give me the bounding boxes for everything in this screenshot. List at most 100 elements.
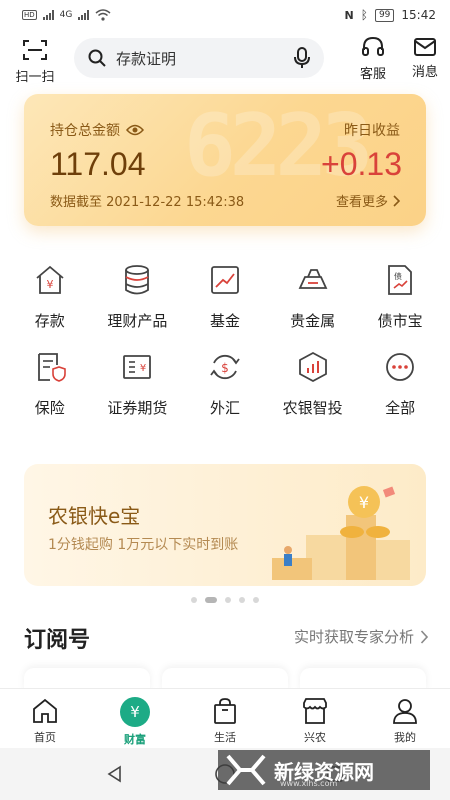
- grid-item-fund[interactable]: 基金: [181, 262, 269, 331]
- watermark-logo-icon: [226, 754, 266, 786]
- wifi-icon: [95, 9, 111, 21]
- exchange-icon: $: [207, 349, 243, 385]
- back-icon[interactable]: [105, 764, 125, 784]
- messages-button[interactable]: 消息: [406, 36, 444, 82]
- total-amount: 117.04: [50, 146, 146, 182]
- messages-label: 消息: [411, 65, 438, 80]
- search-icon: [88, 49, 106, 67]
- banner-subtitle: 1分钱起购 1万元以下实时到账: [48, 537, 239, 553]
- carousel-dot[interactable]: [239, 597, 245, 603]
- clock: 15:42: [401, 8, 436, 22]
- more-dots-icon: [382, 349, 418, 385]
- view-more-link[interactable]: 查看更多: [336, 191, 400, 210]
- svg-text:¥: ¥: [140, 363, 146, 374]
- tab-label: 首页: [34, 731, 56, 744]
- svg-text:$: $: [221, 361, 229, 375]
- smart-invest-icon: [295, 349, 331, 385]
- view-more-label: 查看更多: [335, 195, 388, 210]
- microphone-icon[interactable]: [294, 47, 310, 69]
- site-watermark: 新绿资源网 www.xlhs.com: [218, 750, 430, 790]
- battery-icon: 99: [374, 8, 395, 22]
- svg-text:债: 债: [394, 271, 402, 281]
- tab-mine[interactable]: 我的: [360, 689, 450, 748]
- grid-label: 外汇: [209, 399, 240, 417]
- data-date: 数据截至 2021-12-22 15:42:38: [50, 195, 245, 210]
- securities-icon: ¥: [119, 349, 155, 385]
- grid-item-precious-metal[interactable]: 贵金属: [269, 262, 357, 331]
- grid-item-wealth-products[interactable]: 理财产品: [94, 262, 182, 331]
- user-icon: [393, 699, 417, 724]
- tab-label: 兴农: [304, 731, 326, 744]
- gold-bar-icon: [295, 262, 331, 298]
- yuan-icon: ¥: [120, 697, 150, 727]
- bottom-tab-bar: 首页 ¥ 财富 生活 兴农 我的: [0, 688, 450, 748]
- grid-item-all[interactable]: 全部: [356, 349, 444, 418]
- chevron-right-icon: [393, 194, 400, 207]
- status-right: N ᛒ 99 15:42: [345, 8, 436, 22]
- grid-label: 理财产品: [107, 312, 168, 330]
- signal-icon: [42, 10, 54, 20]
- hd-icon: HD: [22, 10, 37, 20]
- carousel-dot-active[interactable]: [205, 597, 217, 603]
- yesterday-value: +0.13: [321, 146, 402, 182]
- tab-home[interactable]: 首页: [0, 689, 90, 748]
- grid-item-smart-invest[interactable]: 农银智投: [269, 349, 357, 418]
- customer-service-button[interactable]: 客服: [354, 36, 392, 82]
- tab-label: 我的: [394, 731, 416, 744]
- bluetooth-icon: ᛒ: [360, 8, 368, 22]
- watermark-url: www.xlhs.com: [280, 779, 338, 788]
- scan-label: 扫一扫: [15, 69, 55, 85]
- customer-service-label: 客服: [359, 67, 386, 82]
- status-bar: HD 4G N ᛒ 99 15:42: [0, 0, 450, 30]
- yesterday-label: 昨日收益: [344, 123, 400, 139]
- tab-wealth[interactable]: ¥ 财富: [90, 689, 180, 748]
- subscription-more-link[interactable]: 实时获取专家分析: [294, 626, 428, 647]
- tab-label: 财富: [124, 733, 146, 746]
- signal-icon-2: [78, 10, 90, 20]
- search-bar[interactable]: 存款证明: [74, 38, 324, 78]
- tab-life[interactable]: 生活: [180, 689, 270, 748]
- chart-up-icon: [207, 262, 243, 298]
- total-label-row: 持仓总金额: [50, 120, 144, 140]
- banner-title: 农银快e宝: [48, 504, 141, 528]
- tab-label: 生活: [214, 731, 236, 744]
- promo-banner[interactable]: 农银快e宝 1分钱起购 1万元以下实时到账 ¥: [24, 464, 426, 586]
- grid-item-insurance[interactable]: 保险: [6, 349, 94, 418]
- svg-text:¥: ¥: [359, 493, 369, 512]
- subscription-title: 订阅号: [24, 628, 91, 653]
- grid-item-deposit[interactable]: ¥ 存款: [6, 262, 94, 331]
- grid-label: 贵金属: [290, 312, 336, 330]
- carousel-dot[interactable]: [191, 597, 197, 603]
- grid-label: 全部: [385, 399, 416, 417]
- grid-label: 债市宝: [377, 312, 423, 330]
- grid-label: 保险: [34, 399, 65, 417]
- headset-icon: [362, 36, 384, 56]
- carousel-dot[interactable]: [253, 597, 259, 603]
- grid-item-securities[interactable]: ¥ 证券期货: [94, 349, 182, 418]
- holdings-card[interactable]: 6223 持仓总金额 117.04 数据截至 2021-12-22 15:42:…: [24, 94, 426, 226]
- eye-icon[interactable]: [126, 124, 144, 136]
- nfc-icon: N: [344, 8, 354, 22]
- shield-document-icon: [32, 349, 68, 385]
- chevron-right-icon: [420, 629, 428, 644]
- grid-item-bond[interactable]: 债 债市宝: [356, 262, 444, 331]
- grid-item-forex[interactable]: $ 外汇: [181, 349, 269, 418]
- network-type: 4G: [59, 10, 73, 20]
- function-grid: ¥ 存款 理财产品 基金 贵金属 债 债市宝 保险 ¥ 证券期货 $ 外汇 农银…: [6, 262, 444, 418]
- search-input[interactable]: 存款证明: [116, 48, 294, 69]
- home-icon: [33, 698, 57, 723]
- coin-stack-icon: [119, 262, 155, 298]
- subscription-more-label: 实时获取专家分析: [293, 628, 414, 646]
- grid-label: 基金: [209, 312, 240, 330]
- status-left: HD 4G: [22, 9, 111, 21]
- scan-button[interactable]: 扫一扫: [0, 38, 70, 85]
- mail-icon: [414, 38, 436, 56]
- top-actions: 客服 消息: [354, 36, 444, 82]
- banner-illustration: ¥: [272, 486, 410, 580]
- tab-agriculture[interactable]: 兴农: [270, 689, 360, 748]
- total-label: 持仓总金额: [50, 123, 120, 139]
- shopping-bag-icon: [214, 698, 236, 724]
- scan-icon: [23, 39, 47, 60]
- carousel-dot[interactable]: [225, 597, 231, 603]
- top-bar: 扫一扫 存款证明 客服 消息: [0, 36, 450, 86]
